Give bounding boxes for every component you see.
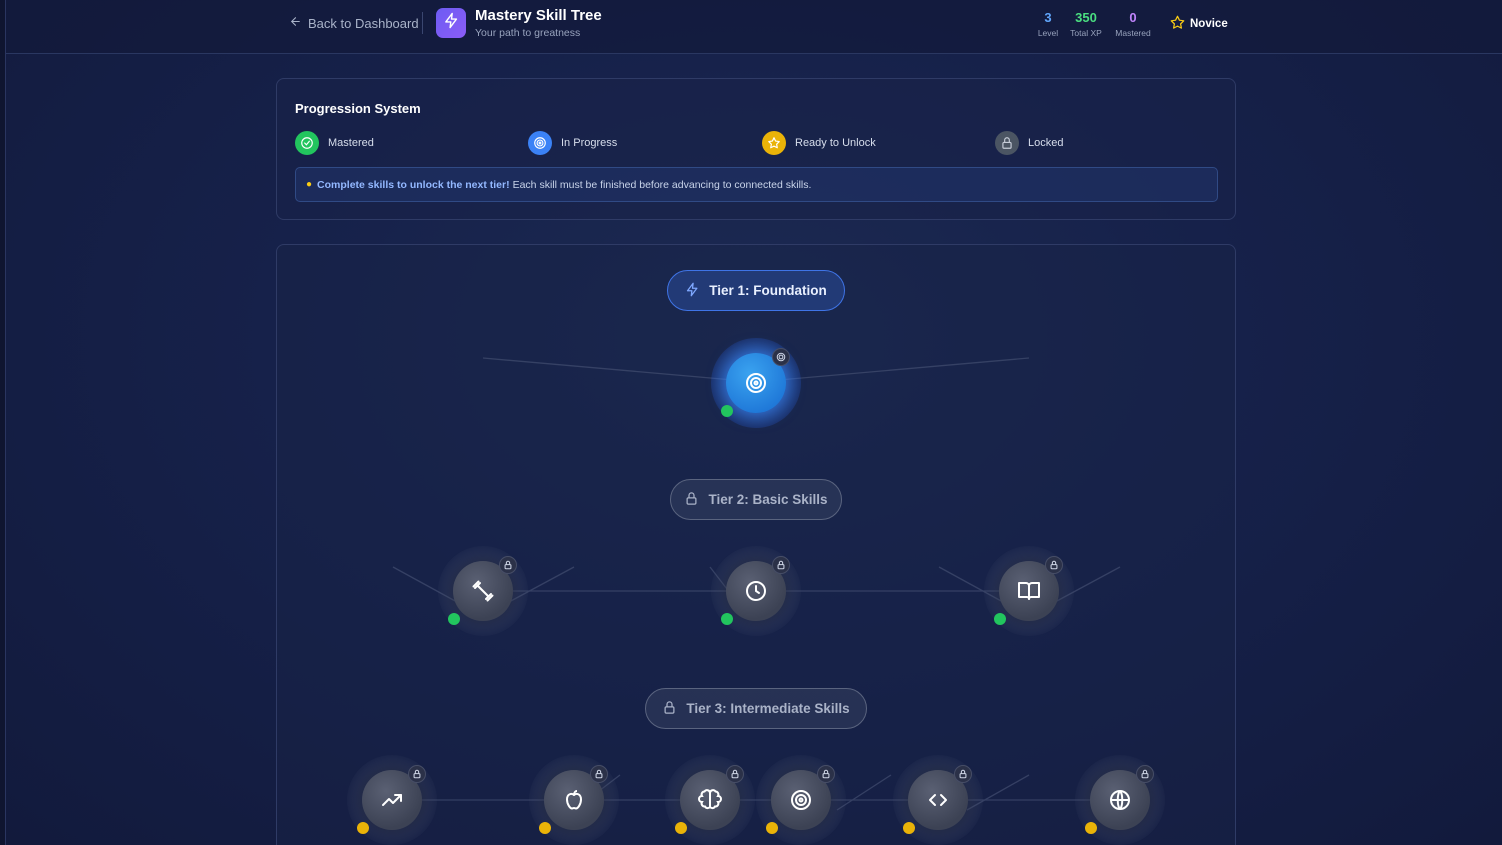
tier-3-label: Tier 3: Intermediate Skills: [686, 701, 850, 716]
lightning-icon: [443, 12, 460, 34]
status-dot: [721, 405, 733, 417]
skill-node-foundation[interactable]: [711, 338, 801, 428]
stat-level: 3 Level: [1036, 10, 1060, 38]
status-dot: [721, 613, 733, 625]
rank-label: Novice: [1190, 18, 1228, 30]
lock-badge-icon: [590, 765, 608, 783]
rank-badge: Novice: [1170, 15, 1228, 33]
target-icon: [528, 131, 552, 155]
lock-badge-icon: [1136, 765, 1154, 783]
status-dot: [903, 822, 915, 834]
status-dot: [1085, 822, 1097, 834]
legend-label-in-progress: In Progress: [561, 137, 618, 149]
page-title: Mastery Skill Tree: [475, 7, 602, 24]
app-logo: [436, 8, 466, 38]
lightning-icon: [685, 282, 700, 300]
stat-xp-value: 350: [1075, 10, 1097, 25]
lock-badge-icon: [1045, 556, 1063, 574]
lock-icon: [684, 491, 699, 509]
status-dot: [675, 822, 687, 834]
skill-node-growth[interactable]: [347, 755, 437, 845]
legend-label-locked: Locked: [1028, 137, 1064, 149]
stat-mastered-value: 0: [1129, 10, 1137, 25]
tip-text: Each skill must be finished before advan…: [512, 178, 812, 191]
tier-1-header[interactable]: Tier 1: Foundation: [667, 270, 845, 311]
tip-strong-text: Complete skills to unlock the next tier!: [317, 178, 510, 191]
tier-2-label: Tier 2: Basic Skills: [708, 492, 828, 507]
page-subtitle: Your path to greatness: [475, 27, 581, 39]
lock-badge-icon: [726, 765, 744, 783]
star-icon: [762, 131, 786, 155]
skill-node-time[interactable]: [711, 546, 801, 636]
legend-label-mastered: Mastered: [328, 137, 374, 149]
progression-legend-card: Progression System Mastered In Progress …: [276, 78, 1236, 220]
status-dot: [994, 613, 1006, 625]
back-link-label: Back to Dashboard: [308, 15, 419, 31]
check-circle-icon: [295, 131, 319, 155]
lock-icon: [995, 131, 1019, 155]
tier-3-header[interactable]: Tier 3: Intermediate Skills: [645, 688, 867, 729]
lock-badge-icon: [772, 556, 790, 574]
skill-tree-card: Tier 1: Foundation Tier 2: Basic Skills: [276, 244, 1236, 845]
skill-node-coding[interactable]: [893, 755, 983, 845]
legend-item-locked: Locked: [995, 131, 1063, 155]
skill-node-nutrition[interactable]: [529, 755, 619, 845]
skill-node-fitness[interactable]: [438, 546, 528, 636]
legend-item-ready: Ready to Unlock: [762, 131, 876, 155]
star-icon: [1170, 15, 1185, 33]
lock-badge-icon: [408, 765, 426, 783]
stat-level-label: Level: [1037, 28, 1059, 38]
legend-item-in-progress: In Progress: [528, 131, 617, 155]
stat-level-value: 3: [1044, 10, 1052, 25]
legend-label-ready: Ready to Unlock: [795, 137, 876, 149]
legend-title: Progression System: [295, 101, 421, 116]
tip-banner: ● Complete skills to unlock the next tie…: [295, 167, 1218, 202]
status-dot: [357, 822, 369, 834]
skill-node-reading[interactable]: [984, 546, 1074, 636]
arrow-left-icon: [289, 15, 302, 31]
skill-node-languages[interactable]: [1075, 755, 1165, 845]
stat-mastered-label: Mastered: [1115, 28, 1151, 38]
left-rail: [0, 0, 6, 845]
lightbulb-icon: ●: [306, 179, 313, 190]
lock-badge-icon: [499, 556, 517, 574]
lock-badge-icon: [817, 765, 835, 783]
status-dot: [766, 822, 778, 834]
in-progress-badge-icon: [772, 348, 790, 366]
legend-item-mastered: Mastered: [295, 131, 374, 155]
lock-badge-icon: [954, 765, 972, 783]
back-to-dashboard-link[interactable]: Back to Dashboard: [289, 15, 419, 31]
skill-node-focus[interactable]: [756, 755, 846, 845]
status-dot: [448, 613, 460, 625]
stat-total-xp: 350 Total XP: [1066, 10, 1106, 38]
stat-xp-label: Total XP: [1070, 28, 1102, 38]
stat-mastered: 0 Mastered: [1112, 10, 1154, 38]
top-header: Back to Dashboard: [6, 0, 1502, 54]
lock-icon: [662, 700, 677, 718]
header-divider: [422, 12, 423, 34]
tier-1-label: Tier 1: Foundation: [709, 283, 827, 298]
skill-node-mindset[interactable]: [665, 755, 755, 845]
status-dot: [539, 822, 551, 834]
tier-2-header[interactable]: Tier 2: Basic Skills: [670, 479, 842, 520]
